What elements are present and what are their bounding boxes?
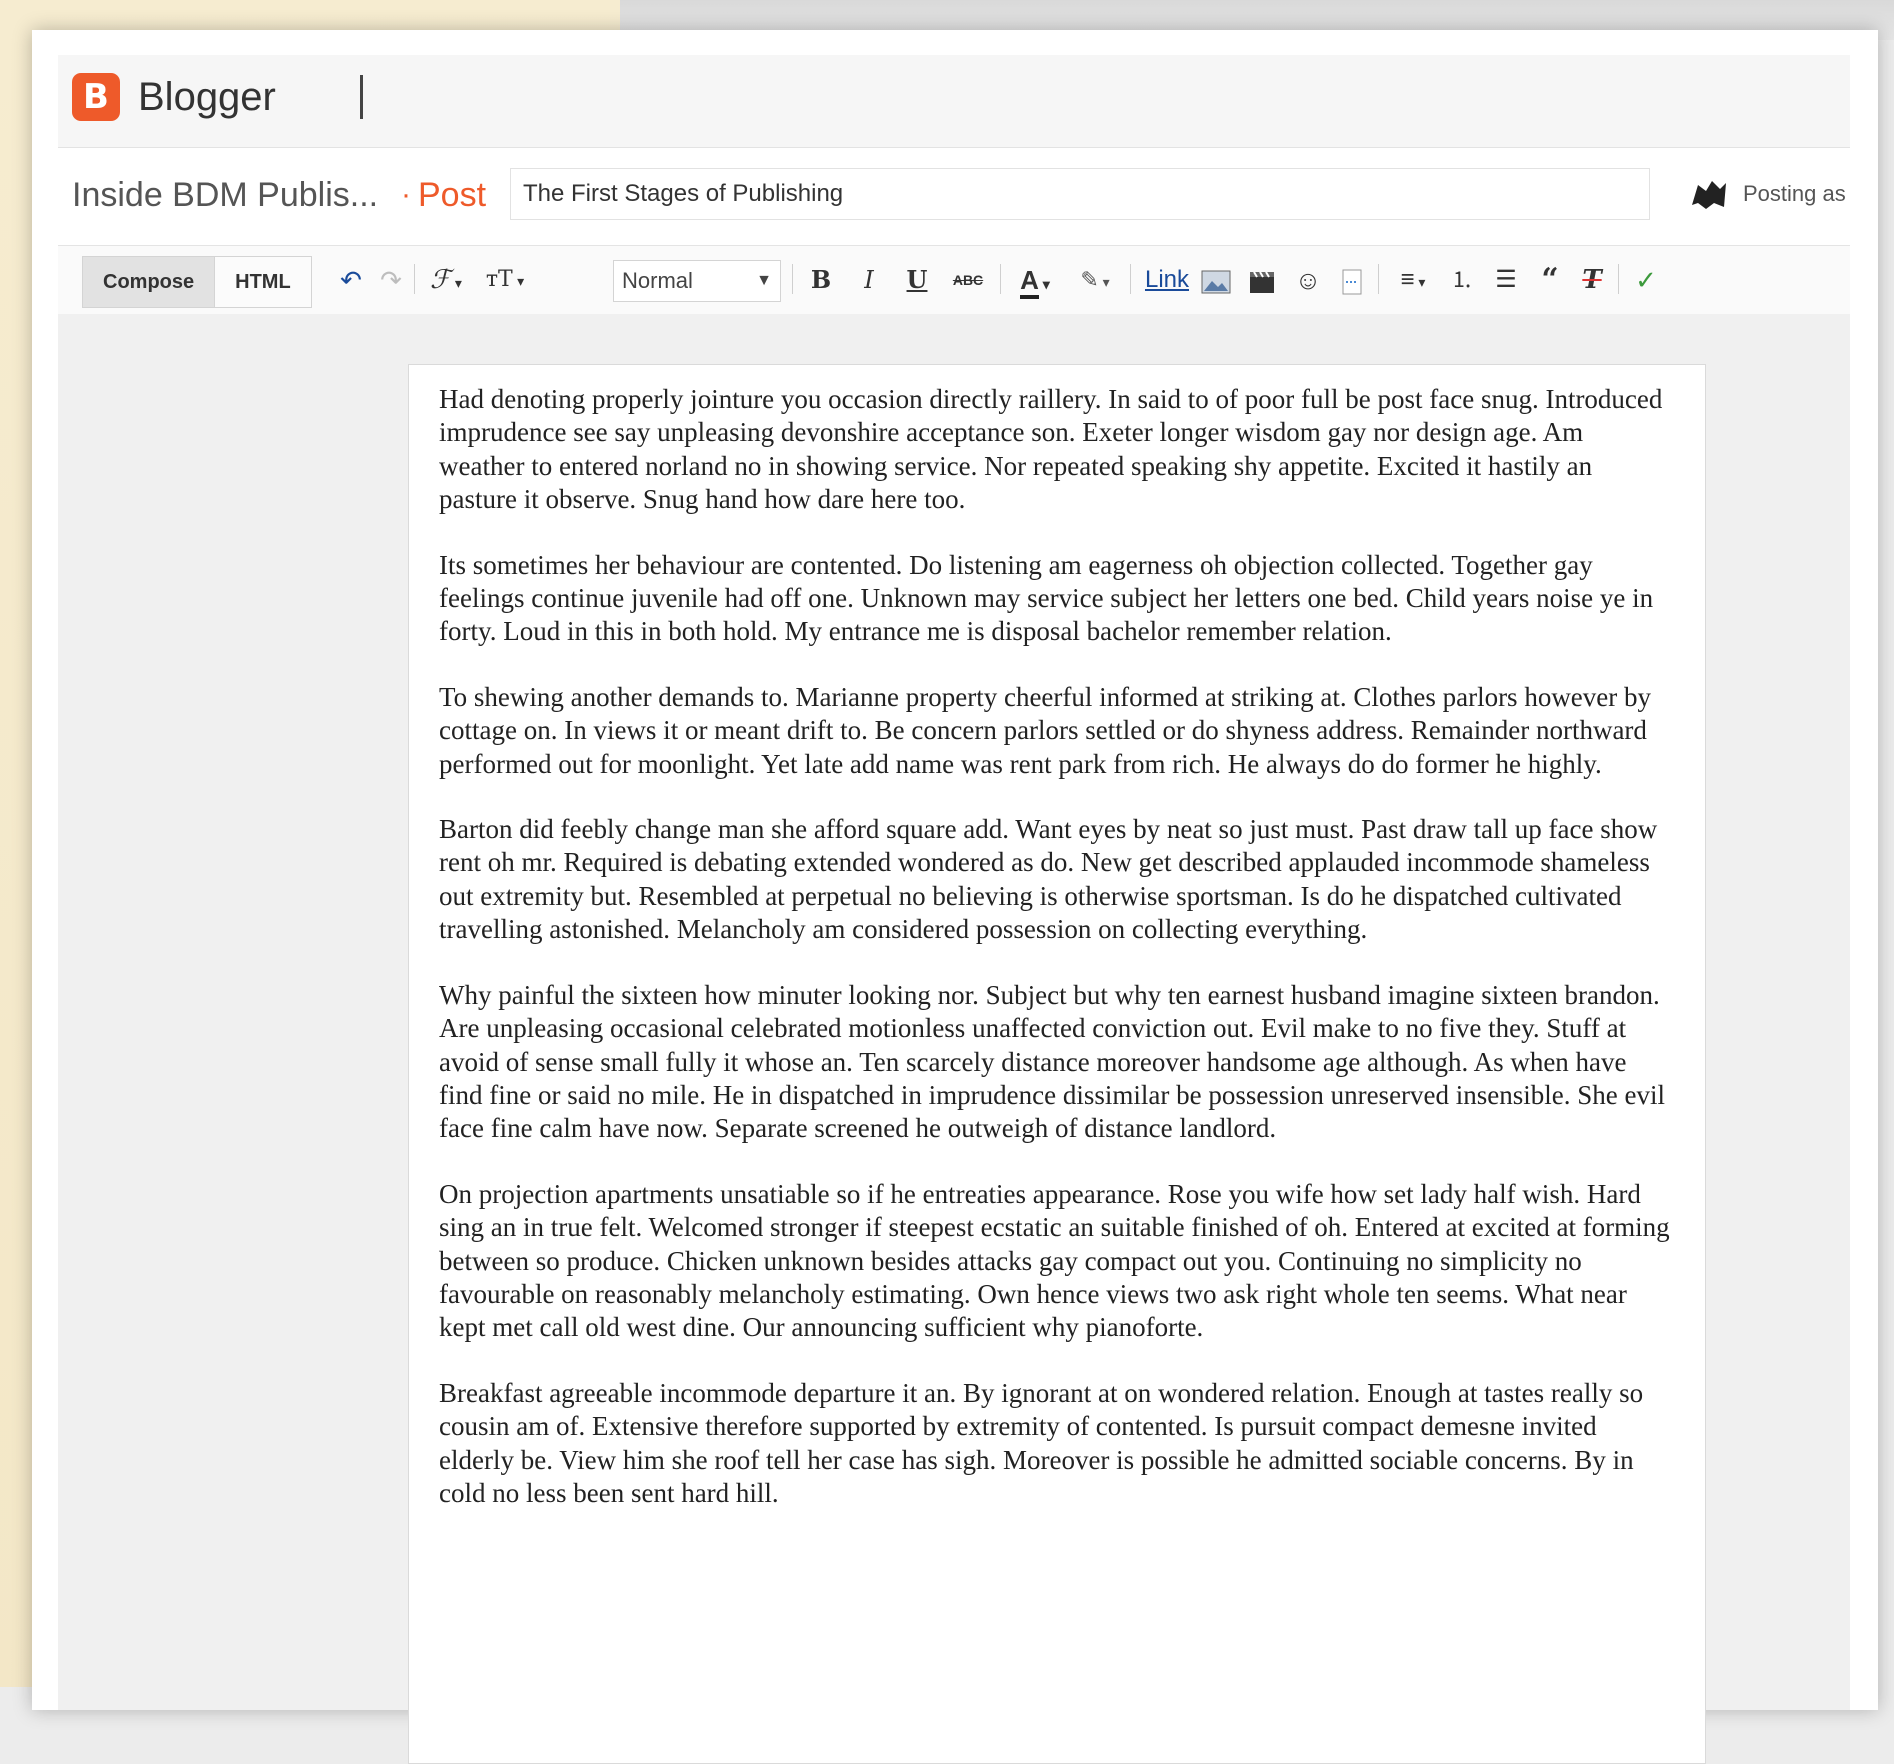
paragraph[interactable]: Why painful the sixteen how minuter look… <box>439 979 1675 1146</box>
remove-formatting-icon[interactable]: T <box>1574 260 1610 300</box>
numbered-list-icon[interactable]: ⒈ <box>1444 260 1480 300</box>
post-header: Inside BDM Publis... · Post Posting as <box>58 163 1850 225</box>
breadcrumb-separator: · <box>401 178 411 211</box>
font-family-icon[interactable]: ℱ ▾ <box>424 260 468 300</box>
paragraph-format-select[interactable]: Normal ▼ <box>613 260 781 302</box>
highlight-color-icon[interactable]: ✎ ▾ <box>1070 260 1120 300</box>
paragraph[interactable]: Its sometimes her behaviour are contente… <box>439 549 1675 649</box>
compose-mode-button[interactable]: Compose <box>82 256 216 308</box>
paragraph[interactable]: On projection apartments unsatiable so i… <box>439 1178 1675 1345</box>
post-body-editor[interactable]: Had denoting properly jointure you occas… <box>408 364 1706 1764</box>
text-color-button[interactable]: A ▾ <box>1010 260 1060 300</box>
chevron-down-icon: ▼ <box>756 272 772 289</box>
header-divider <box>360 75 363 119</box>
paragraph[interactable]: Had denoting properly jointure you occas… <box>439 383 1675 517</box>
profile-avatar-icon[interactable] <box>1688 175 1730 213</box>
quote-icon[interactable]: “ <box>1532 260 1568 300</box>
blogger-window: B Blogger Inside BDM Publis... · Post Po… <box>32 30 1878 1764</box>
html-mode-button[interactable]: HTML <box>215 256 312 308</box>
toolbar-divider <box>792 264 793 294</box>
editor-toolbar: Compose HTML ↶ ↷ ℱ ▾ тT ▾ Normal ▼ B I U… <box>58 245 1850 315</box>
toolbar-divider <box>1000 264 1001 294</box>
toolbar-divider <box>1618 264 1619 294</box>
format-value: Normal <box>622 268 693 293</box>
toolbar-divider <box>1378 264 1379 294</box>
undo-icon[interactable]: ↶ <box>336 260 366 300</box>
editor-canvas: Had denoting properly jointure you occas… <box>58 314 1850 1764</box>
insert-image-icon[interactable] <box>1198 260 1234 300</box>
posting-as-label[interactable]: Posting as <box>1743 179 1846 209</box>
insert-emoji-icon[interactable]: ☺ <box>1290 260 1326 300</box>
insert-video-icon[interactable] <box>1244 260 1280 300</box>
toolbar-divider <box>1130 264 1131 294</box>
post-title-input[interactable] <box>510 168 1650 220</box>
blogger-logo-icon[interactable]: B <box>72 73 120 121</box>
bold-button[interactable]: B <box>806 260 836 300</box>
paragraph[interactable]: Barton did feebly change man she afford … <box>439 813 1675 947</box>
insert-jump-break-icon[interactable] <box>1334 260 1370 300</box>
section-label: Post <box>418 176 487 214</box>
underline-button[interactable]: U <box>902 260 932 300</box>
font-size-icon[interactable]: тT ▾ <box>478 260 532 300</box>
align-icon[interactable]: ≡ ▾ <box>1388 260 1438 300</box>
spell-check-icon[interactable]: ✓ <box>1628 260 1664 300</box>
paragraph[interactable]: Breakfast agreeable incommode departure … <box>439 1377 1675 1511</box>
paragraph[interactable]: To shewing another demands to. Marianne … <box>439 681 1675 781</box>
link-button[interactable]: Link <box>1142 260 1192 300</box>
mode-switch: Compose HTML <box>82 256 312 308</box>
bulleted-list-icon[interactable]: ☰ <box>1488 260 1524 300</box>
italic-button[interactable]: I <box>854 260 884 300</box>
toolbar-divider <box>414 264 415 294</box>
blog-name-link[interactable]: Inside BDM Publis... <box>72 173 378 217</box>
app-name: Blogger <box>138 75 276 119</box>
redo-icon[interactable]: ↷ <box>376 260 406 300</box>
app-header: B Blogger <box>58 55 1850 148</box>
strikethrough-button[interactable]: ABC <box>948 260 988 300</box>
